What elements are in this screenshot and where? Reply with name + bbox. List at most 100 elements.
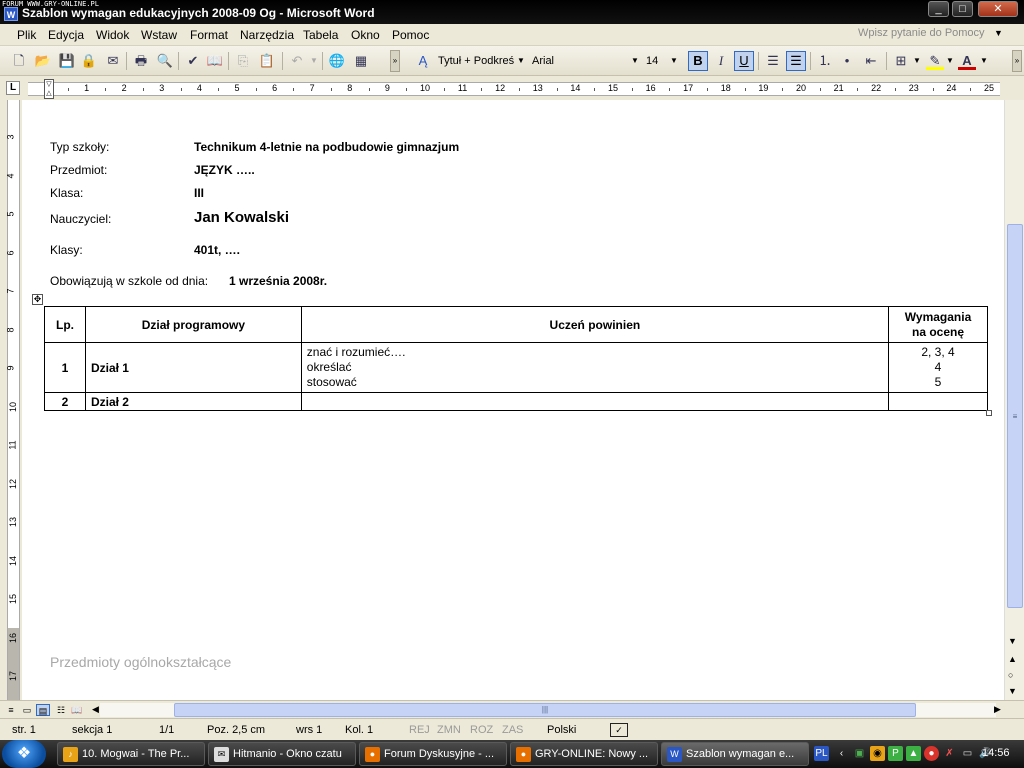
highlight-dropdown-arrow[interactable]: ▼ [946, 52, 954, 70]
security-icon[interactable]: P [888, 746, 903, 761]
menu-widok[interactable]: Widok [96, 28, 129, 42]
tray-expand-icon[interactable]: ‹ [834, 746, 849, 761]
print-icon[interactable]: 🖶 [132, 52, 150, 70]
cell-uczen[interactable]: znać i rozumieć…. określać stosować [300, 342, 890, 393]
next-page-icon[interactable]: ▼ [1008, 686, 1017, 696]
insert-table-icon[interactable]: ▦ [352, 52, 370, 70]
start-button[interactable]: ❖ [2, 740, 46, 768]
header-lp[interactable]: Lp. [44, 306, 86, 343]
styles-pane-icon[interactable]: Ą [414, 52, 432, 70]
status-extend[interactable]: ROZ [470, 724, 493, 736]
maximize-button[interactable]: □ [952, 1, 973, 17]
font-size-select[interactable]: 14 [646, 52, 668, 70]
antivirus-icon[interactable]: ● [924, 746, 939, 761]
italic-button[interactable]: I [712, 52, 730, 70]
cell-dzial[interactable]: Dział 2 [84, 392, 302, 411]
cell-dzial[interactable]: Dział 1 [84, 342, 302, 393]
browse-object-icon[interactable]: ○ [1008, 670, 1013, 680]
permission-icon[interactable]: 🔒 [80, 52, 98, 70]
research-icon[interactable]: 📖 [206, 52, 224, 70]
reading-layout-icon[interactable]: 📖 [70, 704, 84, 716]
scroll-down-arrow[interactable]: ▼ [1008, 636, 1017, 646]
cell-lp[interactable]: 2 [44, 392, 86, 411]
cell-uczen[interactable] [300, 392, 890, 411]
menu-format[interactable]: Format [190, 28, 228, 42]
help-search-input[interactable]: Wpisz pytanie do Pomocy [858, 27, 994, 43]
web-layout-icon[interactable]: ▭ [20, 704, 34, 716]
menu-narzedzia[interactable]: Narzędzia [240, 28, 294, 42]
font-select[interactable]: Arial [532, 52, 622, 70]
scroll-right-arrow[interactable]: ▶ [994, 704, 1001, 715]
vertical-scroll-thumb[interactable]: ≡ [1007, 224, 1023, 608]
font-color-dropdown-arrow[interactable]: ▼ [980, 52, 988, 70]
display-icon[interactable]: ▭ [960, 746, 975, 761]
open-folder-icon[interactable]: 📂 [34, 52, 52, 70]
status-overtype[interactable]: ZAS [502, 724, 523, 736]
toolbar-options-grip[interactable]: » [1012, 50, 1022, 72]
menu-plik[interactable]: Plik [17, 28, 36, 42]
outline-view-icon[interactable]: ☷ [54, 704, 68, 716]
horizontal-scroll-thumb[interactable]: ||| [174, 703, 916, 717]
spelling-icon[interactable]: ✔ [184, 52, 202, 70]
borders-icon[interactable]: ⊞ [892, 52, 910, 70]
close-button[interactable]: ✕ [978, 1, 1018, 17]
decrease-indent-icon[interactable]: ⇤ [862, 52, 880, 70]
document-page[interactable]: Typ szkoły: Technikum 4-letnie na podbud… [22, 100, 1004, 700]
cell-ocena[interactable]: 2, 3, 4 4 5 [888, 342, 988, 393]
bullets-icon[interactable]: • [838, 52, 856, 70]
taskbar-item-gry-online[interactable]: ● GRY-ONLINE: Nowy ... [510, 742, 658, 766]
word-app-icon[interactable]: W [4, 7, 18, 21]
cell-lp[interactable]: 1 [44, 342, 86, 393]
taskbar-item-chat[interactable]: ✉ Hitmanio - Okno czatu [208, 742, 356, 766]
menu-wstaw[interactable]: Wstaw [141, 28, 177, 42]
taskbar-item-forum[interactable]: ● Forum Dyskusyjne - ... [359, 742, 507, 766]
tab-selector-button[interactable]: L [6, 81, 20, 95]
status-record-macro[interactable]: REJ [409, 724, 430, 736]
table-move-handle-icon[interactable]: ✥ [32, 294, 43, 305]
font-color-icon[interactable]: A [958, 52, 976, 70]
requirements-table[interactable]: Lp. Dział programowy Uczeń powinien Wyma… [44, 306, 988, 411]
email-icon[interactable]: ✉ [104, 52, 122, 70]
spelling-status-icon[interactable]: ✓ [610, 723, 628, 737]
indent-marker[interactable]: ▽ △ [44, 79, 54, 99]
taskbar-item-music[interactable]: ♪ 10. Mogwai - The Pr... [57, 742, 205, 766]
borders-dropdown-arrow[interactable]: ▼ [913, 52, 921, 70]
menu-edycja[interactable]: Edycja [48, 28, 84, 42]
vertical-ruler-strip[interactable] [7, 100, 20, 700]
minimize-button[interactable]: _ [928, 1, 949, 17]
clock[interactable]: 14:56 [982, 747, 1010, 759]
highlight-icon[interactable]: ✎ [926, 52, 944, 70]
scroll-left-arrow[interactable]: ◀ [92, 704, 99, 715]
undo-icon[interactable]: ↶ [288, 52, 306, 70]
undo-dropdown-arrow[interactable]: ▼ [310, 52, 318, 70]
toolbar-options-grip[interactable]: » [390, 50, 400, 72]
style-dropdown-arrow[interactable]: ▼ [517, 52, 525, 70]
save-icon[interactable]: 💾 [58, 52, 76, 70]
underline-button[interactable]: U [734, 51, 754, 71]
cell-ocena[interactable] [888, 392, 988, 411]
font-dropdown-arrow[interactable]: ▼ [631, 52, 639, 70]
help-dropdown-arrow[interactable]: ▼ [994, 28, 1003, 38]
hyperlink-icon[interactable]: 🌐 [328, 52, 346, 70]
align-center-icon[interactable]: ☰ [786, 51, 806, 71]
new-document-icon[interactable]: 🗋 [10, 52, 28, 70]
taskbar-item-word[interactable]: W Szablon wymagan e... [661, 742, 809, 766]
media-icon[interactable]: ◉ [870, 746, 885, 761]
network-icon[interactable]: ▣ [852, 746, 867, 761]
menu-pomoc[interactable]: Pomoc [392, 28, 429, 42]
table-resize-handle[interactable] [986, 410, 992, 416]
menu-okno[interactable]: Okno [351, 28, 380, 42]
language-indicator[interactable]: PL [814, 746, 829, 761]
bold-button[interactable]: B [688, 51, 708, 71]
normal-view-icon[interactable]: ≡ [4, 704, 18, 716]
firewall-icon[interactable]: ✗ [942, 746, 957, 761]
status-language[interactable]: Polski [547, 724, 576, 736]
status-track-changes[interactable]: ZMN [437, 724, 461, 736]
header-uczen[interactable]: Uczeń powinien [300, 306, 890, 343]
ruler-strip[interactable] [28, 82, 1000, 96]
vertical-scrollbar[interactable]: ≡ ▼ ▲ ○ ▼ [1004, 100, 1024, 700]
copy-icon[interactable]: ⎘ [234, 52, 252, 70]
font-size-dropdown-arrow[interactable]: ▼ [670, 52, 678, 70]
header-wymagania[interactable]: Wymagania na ocenę [888, 306, 988, 343]
update-icon[interactable]: ▲ [906, 746, 921, 761]
